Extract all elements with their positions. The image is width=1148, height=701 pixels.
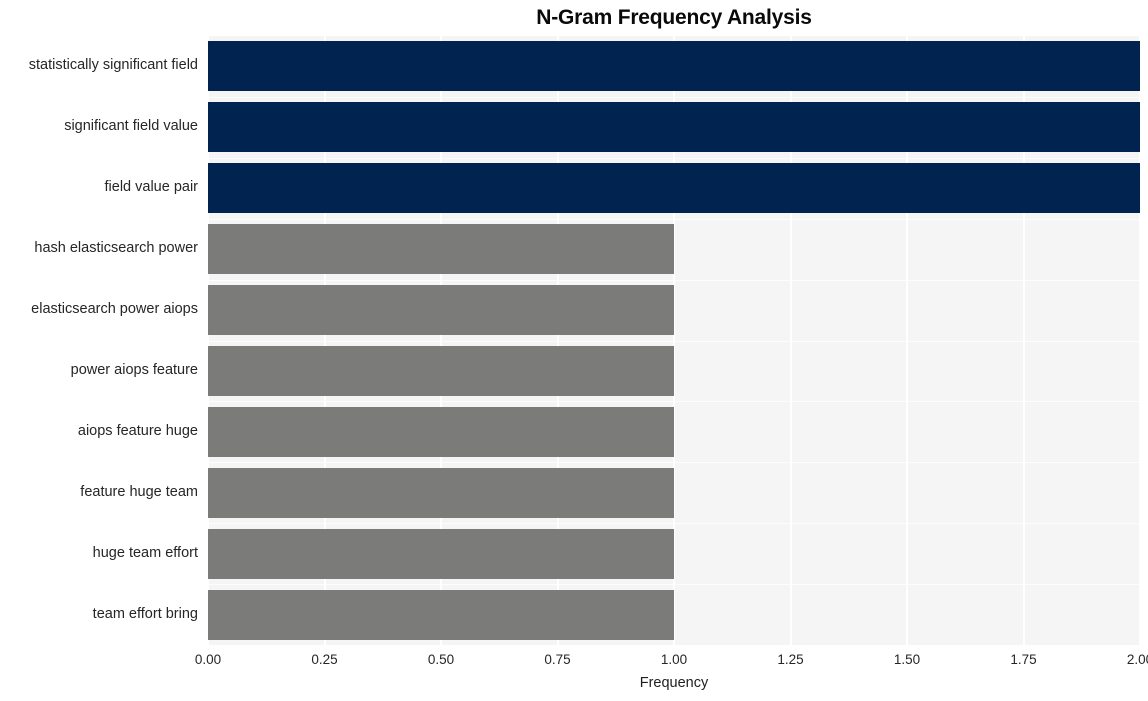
bar: [208, 467, 674, 518]
x-axis-label: Frequency: [639, 675, 709, 691]
x-axis-tick-label: 1.50: [893, 652, 921, 667]
category-separator: [208, 96, 1140, 98]
category-separator: [208, 584, 1140, 586]
y-axis-tick-label: team effort bring: [92, 605, 198, 622]
y-axis-tick-label: power aiops feature: [70, 361, 198, 378]
y-axis-tick-label: hash elasticsearch power: [34, 240, 198, 257]
bar: [208, 163, 1140, 214]
category-separator: [208, 157, 1140, 159]
x-axis-tick-label: 1.25: [777, 652, 804, 667]
y-axis-tick-label: field value pair: [104, 179, 199, 196]
x-axis-tick-label: 0.00: [194, 652, 222, 667]
category-separator: [208, 462, 1140, 464]
x-axis-tick-label: 1.75: [1010, 652, 1037, 667]
y-axis-tick-label: huge team effort: [92, 544, 198, 561]
y-axis-tick-label: elasticsearch power aiops: [31, 301, 198, 318]
y-axis-tick-label: statistically significant field: [28, 57, 198, 74]
y-axis-tick-label: feature huge team: [80, 483, 198, 500]
category-separator: [208, 401, 1140, 403]
category-separator: [208, 218, 1140, 220]
y-axis-tick-label: significant field value: [64, 118, 198, 135]
bar: [208, 406, 674, 457]
bar: [208, 285, 674, 336]
bar: [208, 41, 1140, 92]
category-separator: [208, 279, 1140, 281]
bar: [208, 345, 674, 396]
category-separator: [208, 340, 1140, 342]
plot-area: [208, 36, 1140, 645]
ngram-frequency-chart: N-Gram Frequency Analysis statistically …: [0, 0, 1148, 701]
x-axis-tick-label: 0.25: [311, 652, 338, 667]
x-axis-tick-label: 2.00: [1126, 652, 1148, 667]
page-title: N-Gram Frequency Analysis: [536, 6, 812, 29]
bar: [208, 102, 1140, 153]
category-separator: [208, 523, 1140, 525]
x-axis-tick-label: 0.75: [544, 652, 571, 667]
x-axis-tick-label: 0.50: [427, 652, 455, 667]
x-axis-tick-label: 1.00: [660, 652, 688, 667]
y-axis-tick-label: aiops feature huge: [77, 422, 198, 439]
bar: [208, 224, 674, 275]
bar: [208, 589, 674, 640]
bar: [208, 528, 674, 579]
